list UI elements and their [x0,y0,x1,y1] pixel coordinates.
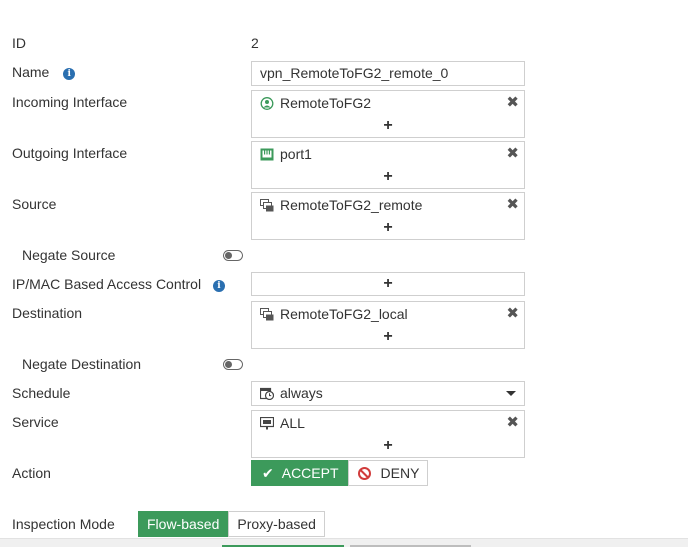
add-outgoing-button[interactable]: + [252,166,524,188]
accept-button[interactable]: ✔ ACCEPT [251,460,348,486]
schedule-icon [260,387,274,400]
outgoing-interface-value: port1 [280,146,312,162]
outgoing-interface-label: Outgoing Interface [12,145,128,161]
action-label: Action [12,465,51,481]
destination-entry: RemoteToFG2_local ✖ [252,302,524,326]
schedule-select[interactable]: always [251,381,525,406]
negate-source-label: Negate Source [22,247,116,263]
flow-based-button[interactable]: Flow-based [138,511,229,537]
outgoing-interface-field[interactable]: port1 ✖ + [251,141,525,189]
deny-icon [357,467,371,480]
port-icon [260,148,274,161]
add-destination-button[interactable]: + [252,326,524,348]
remove-destination-icon[interactable]: ✖ [506,302,519,326]
inspection-mode-label: Inspection Mode [12,516,115,532]
id-value: 2 [251,35,259,51]
schedule-value: always [280,385,323,401]
incoming-interface-entry: RemoteToFG2 ✖ [252,91,524,115]
source-value: RemoteToFG2_remote [280,197,423,213]
remove-outgoing-icon[interactable]: ✖ [506,142,519,166]
service-icon [260,417,274,430]
source-field[interactable]: RemoteToFG2_remote ✖ + [251,192,525,240]
incoming-interface-field[interactable]: RemoteToFG2 ✖ + [251,90,525,138]
destination-value: RemoteToFG2_local [280,306,408,322]
id-label: ID [12,35,26,51]
schedule-label: Schedule [12,385,71,401]
outgoing-interface-entry: port1 ✖ [252,142,524,166]
ipmac-label: IP/MAC Based Access Control i [12,276,225,292]
add-source-button[interactable]: + [252,217,524,239]
destination-label: Destination [12,305,83,321]
source-label: Source [12,196,57,212]
inspection-mode-group: Flow-based Proxy-based [138,511,325,537]
footer-bar [0,538,688,547]
ipmac-field[interactable]: + [251,272,525,296]
destination-field[interactable]: RemoteToFG2_local ✖ + [251,301,525,349]
service-label: Service [12,414,59,430]
action-button-group: ✔ ACCEPT DENY [251,460,429,486]
deny-button[interactable]: DENY [347,460,429,486]
name-input[interactable]: vpn_RemoteToFG2_remote_0 [251,61,525,86]
deny-button-label: DENY [380,465,420,481]
incoming-interface-value: RemoteToFG2 [280,95,372,111]
incoming-interface-label: Incoming Interface [12,94,128,110]
name-label-text: Name [12,64,50,80]
ipmac-label-text: IP/MAC Based Access Control [12,276,202,292]
service-entry: ALL ✖ [252,411,524,435]
name-label: Name i [12,64,76,80]
address-icon [260,308,274,321]
info-icon[interactable]: i [212,280,225,292]
accept-button-label: ACCEPT [281,465,339,481]
tunnel-icon [260,97,274,110]
negate-destination-toggle[interactable] [223,359,243,370]
check-icon: ✔ [262,465,274,481]
info-icon[interactable]: i [63,68,76,80]
remove-service-icon[interactable]: ✖ [506,411,519,435]
negate-source-toggle[interactable] [223,250,243,261]
remove-source-icon[interactable]: ✖ [506,193,519,217]
proxy-based-button[interactable]: Proxy-based [228,511,325,537]
service-field[interactable]: ALL ✖ + [251,410,525,458]
add-ipmac-button[interactable]: + [252,273,524,295]
service-value: ALL [280,415,305,431]
add-incoming-button[interactable]: + [252,115,524,137]
address-icon [260,199,274,212]
add-service-button[interactable]: + [252,435,524,457]
negate-destination-label: Negate Destination [22,356,142,372]
remove-incoming-icon[interactable]: ✖ [506,91,519,115]
source-entry: RemoteToFG2_remote ✖ [252,193,524,217]
chevron-down-icon [506,391,516,396]
